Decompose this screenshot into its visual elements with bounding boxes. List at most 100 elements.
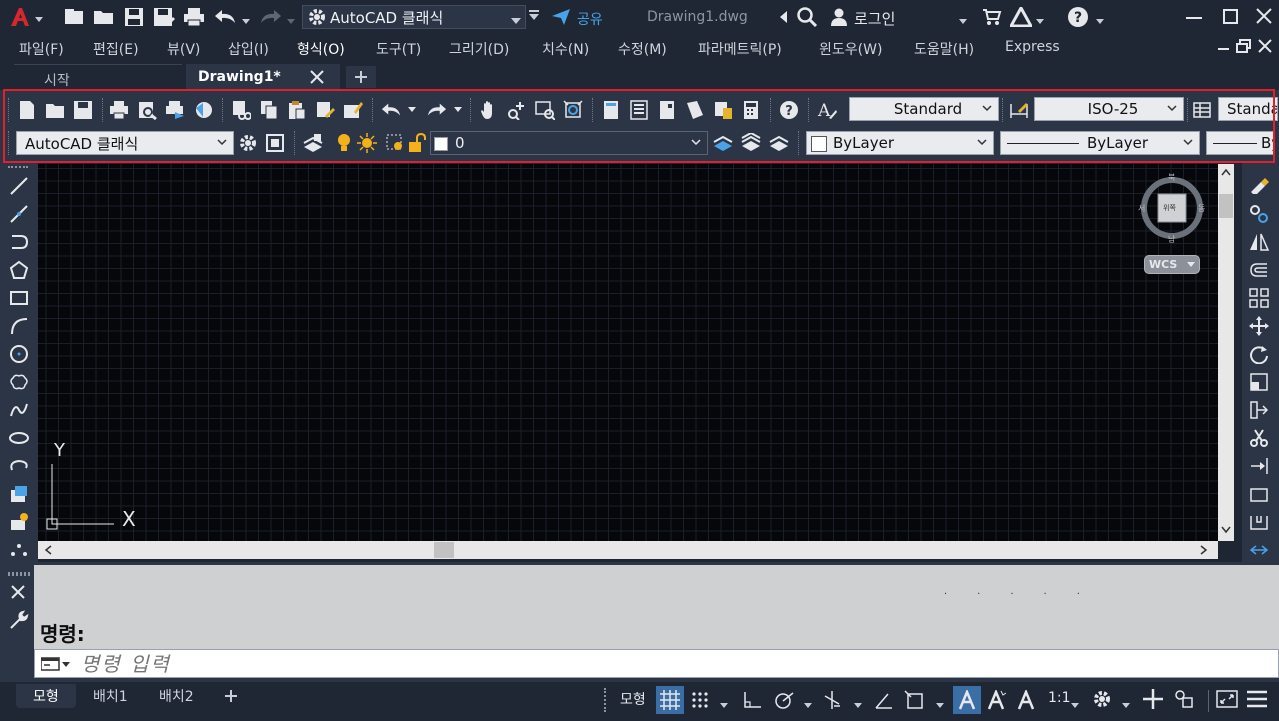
table-style-select[interactable]: Standard: [1218, 97, 1278, 121]
isodraft-icon[interactable]: [822, 690, 842, 714]
add-layout-button[interactable]: [220, 686, 242, 706]
workspace-combo[interactable]: AutoCAD 클래식: [16, 131, 234, 155]
close-window-icon[interactable]: [1256, 8, 1272, 28]
line-icon[interactable]: [8, 175, 30, 197]
workspace-dropdown-icon[interactable]: [1122, 698, 1130, 713]
linetype-select[interactable]: ByLayer: [1000, 131, 1200, 155]
toolbar-grip[interactable]: [8, 131, 10, 155]
viewcube-north-label[interactable]: 북: [1168, 172, 1175, 183]
save-icon[interactable]: [124, 7, 144, 31]
circle-icon[interactable]: [8, 343, 30, 365]
vertical-scrollbar[interactable]: [1218, 164, 1234, 541]
status-grip[interactable]: [604, 688, 608, 712]
match-properties-icon[interactable]: [314, 99, 336, 121]
lineweight-select[interactable]: ByLayer: [1206, 131, 1274, 155]
customization-menu-icon[interactable]: [1247, 690, 1267, 712]
share-button[interactable]: 공유: [551, 7, 603, 31]
toolbar-grip[interactable]: [8, 572, 30, 576]
minimize-window-icon[interactable]: [1186, 17, 1202, 19]
layer-viewport-freeze-icon[interactable]: [384, 132, 406, 154]
copy-icon[interactable]: [258, 99, 280, 121]
redo-icon-tb[interactable]: [426, 99, 448, 121]
horizontal-scrollbar[interactable]: [38, 541, 1218, 559]
annotation-visibility-toggle[interactable]: [953, 686, 981, 714]
undo-icon[interactable]: [214, 8, 238, 30]
app-menu-dropdown-icon[interactable]: [34, 13, 44, 22]
insert-block-icon[interactable]: [8, 483, 30, 505]
quickcalc-icon[interactable]: [740, 99, 762, 121]
doc-restore-icon[interactable]: [1236, 39, 1252, 57]
toolbar-grip[interactable]: [8, 166, 28, 168]
layer-thaw-sun-icon[interactable]: [356, 132, 378, 154]
clean-screen-icon[interactable]: [264, 132, 286, 154]
trim-icon[interactable]: [1248, 427, 1270, 449]
undo-dropdown-icon[interactable]: [242, 14, 250, 29]
layer-unlock-icon[interactable]: [408, 132, 426, 154]
scroll-up-icon[interactable]: [1221, 168, 1231, 176]
search-back-icon[interactable]: [780, 11, 788, 27]
scale-icon[interactable]: [1248, 371, 1270, 393]
command-input-bar[interactable]: [34, 649, 1279, 678]
object-snap-tracking-icon[interactable]: [874, 690, 894, 714]
close-command-line-icon[interactable]: [11, 585, 25, 603]
layout-tab-layout2[interactable]: 배치2: [146, 684, 210, 708]
point-icon[interactable]: [8, 539, 30, 561]
cart-icon[interactable]: [982, 8, 1002, 30]
menu-modify[interactable]: 수정(M): [618, 39, 667, 59]
text-style-icon[interactable]: A: [816, 99, 838, 121]
tool-palettes-icon[interactable]: [656, 99, 678, 121]
menu-parametric[interactable]: 파라메트릭(P): [698, 39, 782, 59]
rectangle-icon[interactable]: [8, 287, 30, 309]
layer-previous-icon[interactable]: [740, 132, 762, 154]
login-button[interactable]: 로그인: [854, 8, 895, 29]
toolbar-grip[interactable]: [8, 98, 10, 122]
cut-icon[interactable]: [230, 99, 252, 121]
text-style-select[interactable]: Standard: [849, 97, 999, 121]
extend-icon[interactable]: [1248, 455, 1270, 477]
close-tab-icon[interactable]: [310, 70, 324, 88]
undo-icon-tb[interactable]: [380, 99, 402, 121]
arc-icon[interactable]: [8, 315, 30, 337]
workspace-switching-gear-icon[interactable]: [1092, 689, 1112, 713]
menu-insert[interactable]: 삽입(I): [228, 39, 269, 59]
make-object-layer-current-icon[interactable]: [712, 132, 734, 154]
model-space-button[interactable]: 모형: [620, 689, 646, 709]
viewcube-west-label[interactable]: 서: [1138, 203, 1145, 214]
chamfer-icon[interactable]: [1248, 539, 1270, 561]
help-dropdown-icon[interactable]: [1096, 14, 1104, 29]
snap-dropdown-icon[interactable]: [720, 698, 728, 713]
doc-close-icon[interactable]: [1258, 39, 1272, 57]
plot-icon-tb[interactable]: [108, 99, 130, 121]
new-file-icon[interactable]: [64, 8, 84, 30]
vertical-scroll-thumb[interactable]: [1219, 194, 1233, 218]
workspace-settings-gear-icon[interactable]: [237, 132, 259, 154]
scroll-down-icon[interactable]: [1221, 526, 1231, 534]
pan-icon[interactable]: [478, 99, 500, 121]
object-snap-icon[interactable]: [904, 690, 924, 714]
polar-dropdown-icon[interactable]: [804, 698, 812, 713]
workspace-selector[interactable]: AutoCAD 클래식: [302, 5, 526, 29]
new-tab-button[interactable]: [346, 66, 376, 88]
user-icon[interactable]: [829, 7, 849, 31]
scale-dropdown-icon[interactable]: [1071, 698, 1079, 713]
properties-icon[interactable]: [600, 99, 622, 121]
sheet-set-manager-icon[interactable]: [684, 99, 706, 121]
publish-icon[interactable]: [164, 99, 186, 121]
menu-file[interactable]: 파일(F): [19, 39, 64, 59]
snap-mode-icon[interactable]: [690, 690, 710, 714]
construction-line-icon[interactable]: [8, 203, 30, 225]
save-icon-tb[interactable]: [72, 99, 94, 121]
tab-start[interactable]: 시작: [14, 64, 182, 90]
layout-tab-model[interactable]: 모형: [16, 684, 76, 708]
autodesk-apps-icon[interactable]: [1008, 4, 1034, 31]
scroll-left-icon[interactable]: [44, 545, 52, 555]
color-select[interactable]: ByLayer: [806, 131, 994, 155]
layer-state-icon[interactable]: [768, 132, 790, 154]
stretch-icon[interactable]: [1248, 399, 1270, 421]
viewcube-top-label[interactable]: 위쪽: [1163, 203, 1176, 213]
block-editor-icon[interactable]: [342, 99, 364, 121]
dimension-style-select[interactable]: ISO-25: [1034, 97, 1184, 121]
ellipse-icon[interactable]: [8, 427, 30, 449]
qnew-icon[interactable]: [16, 99, 38, 121]
viewcube-south-label[interactable]: 남: [1168, 234, 1175, 245]
